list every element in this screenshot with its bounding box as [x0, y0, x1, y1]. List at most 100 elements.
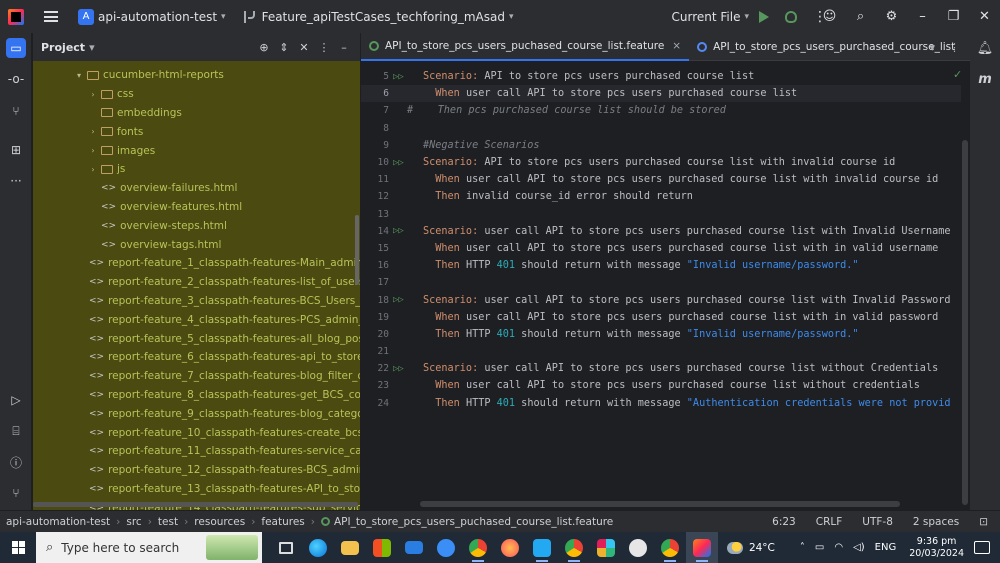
code-line[interactable]: 18 ▷▷ Scenario: user call API to store pcs…	[361, 291, 961, 308]
tree-item[interactable]: › images	[33, 141, 353, 160]
maven-icon[interactable]: m	[975, 69, 995, 89]
line-separator[interactable]: CRLF	[816, 516, 843, 528]
git-branch-icon[interactable]	[243, 10, 255, 23]
chevron-right-icon[interactable]: ›	[87, 146, 99, 155]
start-button[interactable]	[0, 532, 36, 563]
clock[interactable]: 9:36 pm 20/03/2024	[909, 536, 964, 560]
code-line[interactable]: 5 ▷▷ Scenario: API to store pcs users purc…	[361, 68, 961, 85]
chevron-down-icon[interactable]: ▾	[89, 41, 95, 54]
tree-item[interactable]: › css	[33, 85, 353, 104]
slack-icon[interactable]	[590, 532, 622, 563]
breadcrumb-item[interactable]: API_to_store_pcs_users_puchased_course_l…	[334, 516, 613, 528]
caret-position[interactable]: 6:23	[772, 516, 796, 528]
restore-window-button[interactable]: ❐	[938, 9, 969, 24]
run-scenario-icon[interactable]: ▷▷	[393, 295, 407, 305]
code-line[interactable]: 20 Then HTTP 401 should return with mess…	[361, 326, 961, 343]
close-window-button[interactable]: ✕	[969, 9, 1000, 24]
tree-item[interactable]: › js	[33, 160, 353, 179]
code-line[interactable]: 15 When user call API to store pcs users…	[361, 240, 961, 257]
project-name[interactable]: api-automation-test	[98, 10, 217, 24]
readonly-lock-icon[interactable]: ⊡	[979, 516, 988, 528]
tree-item[interactable]: <> report-feature_4_classpath-features-PC…	[33, 310, 360, 329]
options-icon[interactable]: ⋮	[314, 41, 334, 54]
code-area[interactable]: 5 ▷▷ Scenario: API to store pcs users purc…	[361, 68, 961, 508]
no-problems-check-icon[interactable]: ✓	[953, 68, 962, 81]
project-panel-title[interactable]: Project	[41, 41, 85, 54]
expand-all-icon[interactable]: ⇕	[274, 41, 294, 54]
code-line[interactable]: 22 ▷▷ Scenario: user call API to store pcs…	[361, 360, 961, 377]
tree-item[interactable]: <> report-feature_3_classpath-features-BC…	[33, 292, 360, 311]
microsoft-store-icon[interactable]	[366, 532, 398, 563]
tab-feature-file[interactable]: API_to_store_pcs_users_puchased_course_l…	[361, 33, 690, 61]
git-icon[interactable]: ⑂	[6, 483, 26, 503]
volume-icon[interactable]: ◁)	[853, 542, 865, 553]
collapse-all-icon[interactable]: ✕	[294, 41, 314, 54]
services-icon[interactable]: ▷	[6, 390, 26, 410]
add-user-icon[interactable]: ☺	[814, 9, 845, 24]
minimize-window-button[interactable]: –	[907, 9, 938, 24]
run-config-selector[interactable]: Current File	[671, 10, 740, 24]
code-line[interactable]: 8	[361, 120, 961, 137]
tab-java-file[interactable]: API_to_store_pcs_users_purchased_course_…	[689, 33, 963, 61]
run-scenario-icon[interactable]: ▷▷	[393, 72, 407, 82]
problems-icon[interactable]: ⓘ	[6, 452, 26, 472]
breadcrumb-item[interactable]: src	[126, 516, 141, 528]
mail-icon[interactable]	[398, 532, 430, 563]
chrome-profile-icon[interactable]	[558, 532, 590, 563]
tree-item[interactable]: <> report-feature_13_classpath-features-A…	[33, 480, 360, 499]
code-line[interactable]: 23 When user call API to store pcs users…	[361, 377, 961, 394]
tree-item[interactable]: <> report-feature_5_classpath-features-al…	[33, 329, 360, 348]
pull-requests-icon[interactable]: ⑂	[6, 101, 26, 121]
run-scenario-icon[interactable]: ▷▷	[393, 158, 407, 168]
code-line[interactable]: 10 ▷▷ Scenario: API to store pcs users pur…	[361, 154, 961, 171]
run-icon[interactable]	[758, 10, 769, 23]
vscode-icon[interactable]	[526, 532, 558, 563]
action-center-icon[interactable]	[974, 541, 990, 554]
close-tab-icon[interactable]: ×	[672, 40, 681, 52]
code-line[interactable]: 19 When user call API to store pcs users…	[361, 309, 961, 326]
code-line[interactable]: 14 ▷▷ Scenario: user call API to store pcs…	[361, 223, 961, 240]
breadcrumb-item[interactable]: api-automation-test	[6, 516, 110, 528]
code-line[interactable]: 21	[361, 343, 961, 360]
intellij-taskbar-icon[interactable]	[686, 532, 718, 563]
tree-item[interactable]: <> report-feature_12_classpath-features-B…	[33, 461, 360, 480]
tree-item[interactable]: <> report-feature_6_classpath-features-ap…	[33, 348, 360, 367]
code-line[interactable]: 6 When user call API to store pcs users …	[361, 85, 961, 103]
code-line[interactable]: 7 # Then pcs purchased course list should…	[361, 102, 961, 119]
chevron-down-icon[interactable]: ▾	[744, 12, 749, 22]
code-line[interactable]: 13	[361, 206, 961, 223]
tree-item[interactable]: <> report-feature_7_classpath-features-bl…	[33, 367, 360, 386]
indent-setting[interactable]: 2 spaces	[913, 516, 959, 528]
terminal-icon[interactable]: ⌸	[6, 421, 26, 441]
project-badge[interactable]: A	[78, 8, 94, 25]
editor-scrollbar-vertical[interactable]	[962, 140, 968, 505]
chevron-right-icon[interactable]: ›	[87, 90, 99, 99]
code-line[interactable]: 12 Then invalid course_id error should r…	[361, 188, 961, 205]
tree-item[interactable]: <> overview-steps.html	[33, 216, 353, 235]
chevron-down-icon[interactable]: ▾	[509, 12, 514, 22]
branch-name[interactable]: Feature_apiTestCases_techforing_mAsad	[262, 10, 505, 24]
file-explorer-icon[interactable]	[334, 532, 366, 563]
chevron-down-icon[interactable]: ▾	[221, 12, 226, 22]
run-scenario-icon[interactable]: ▷▷	[393, 364, 407, 374]
editor-scrollbar-horizontal[interactable]	[420, 501, 900, 507]
edge-browser-icon[interactable]	[302, 532, 334, 563]
code-line[interactable]: 24 Then HTTP 401 should return with mess…	[361, 395, 961, 412]
input-language[interactable]: ENG	[875, 542, 897, 553]
chrome-secondary-icon[interactable]	[654, 532, 686, 563]
commit-icon[interactable]: -o-	[6, 69, 26, 89]
tree-item[interactable]: <> overview-tags.html	[33, 235, 353, 254]
weather-widget[interactable]: 24°C	[726, 541, 775, 554]
cloud-app-icon[interactable]	[430, 532, 462, 563]
tree-item[interactable]: embeddings	[33, 104, 353, 123]
settings-gear-icon[interactable]: ⚙	[876, 9, 907, 24]
chevron-right-icon[interactable]: ›	[87, 127, 99, 136]
code-line[interactable]: 9 #Negative Scenarios	[361, 137, 961, 154]
code-line[interactable]: 11 When user call API to store pcs users…	[361, 171, 961, 188]
editor-options-icon[interactable]: ⋮	[949, 41, 960, 54]
tree-item[interactable]: <> overview-failures.html	[33, 179, 353, 198]
tree-item[interactable]: <> report-feature_9_classpath-features-bl…	[33, 404, 360, 423]
main-menu-icon[interactable]	[44, 11, 58, 22]
tree-item[interactable]: ▾ cucumber-html-reports	[33, 66, 353, 85]
hide-panel-icon[interactable]: –	[334, 41, 354, 54]
